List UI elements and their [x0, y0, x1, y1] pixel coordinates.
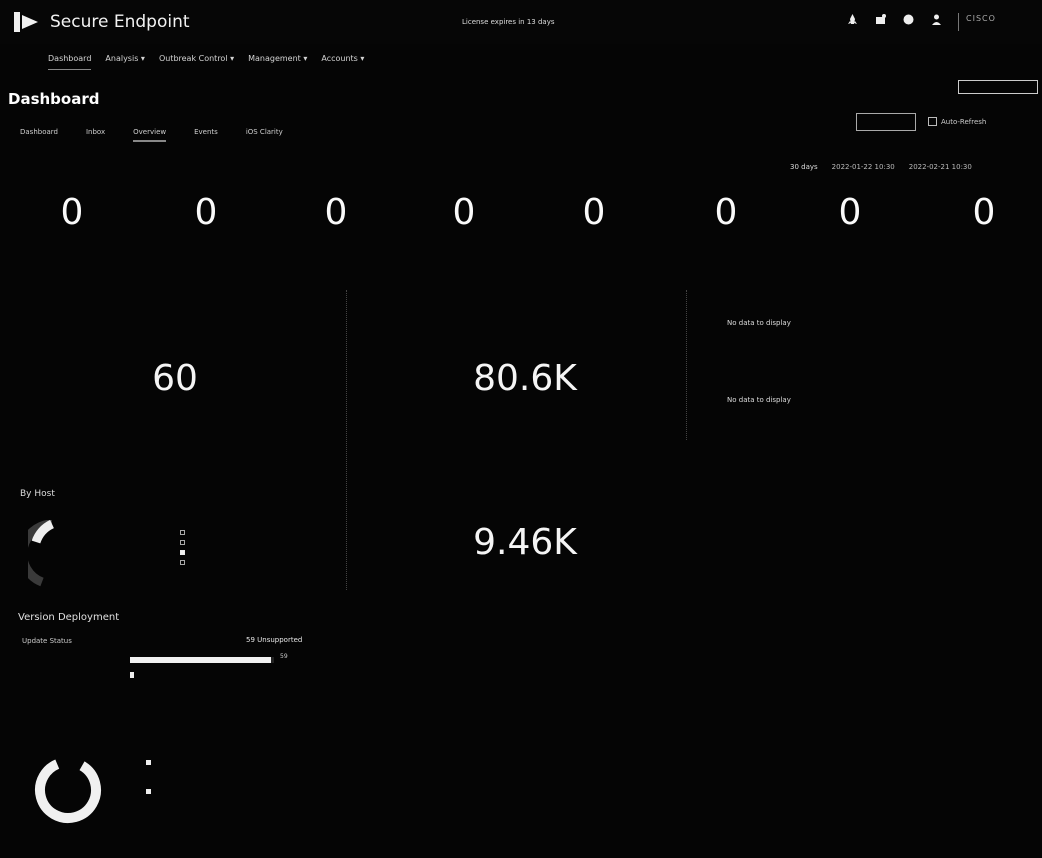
counter-value[interactable]: 0 [434, 192, 494, 233]
nav-item-accounts[interactable]: Accounts ▾ [321, 54, 364, 70]
header-icons [846, 13, 943, 26]
update-status-label: Update Status [22, 637, 72, 645]
by-host-donut-chart[interactable] [28, 520, 88, 590]
panel-divider [346, 290, 347, 590]
nav-item-dashboard[interactable]: Dashboard [48, 54, 92, 70]
page-title: Dashboard [8, 90, 100, 108]
version-legend [146, 760, 151, 794]
group-filter-select[interactable] [856, 113, 916, 131]
auto-refresh-toggle[interactable]: Auto-Refresh [928, 117, 986, 126]
dashboard-tabs: Dashboard Inbox Overview Events iOS Clar… [20, 128, 283, 142]
secure-endpoint-logo-icon[interactable] [12, 10, 40, 34]
time-range-start[interactable]: 2022-01-22 10:30 [832, 163, 895, 171]
version-deployment-title: Version Deployment [18, 612, 120, 623]
connectors-count[interactable]: 60 [110, 358, 240, 399]
update-status-bar-value: 59 [280, 653, 288, 660]
unsupported-label[interactable]: 59 Unsupported [246, 636, 302, 644]
tab-events[interactable]: Events [194, 128, 218, 142]
by-host-title: By Host [20, 489, 55, 499]
legend-swatch [180, 530, 185, 535]
counter-value[interactable]: 0 [42, 192, 102, 233]
no-data-message: No data to display [727, 319, 791, 327]
files-count[interactable]: 80.6K [440, 358, 610, 399]
help-icon[interactable] [902, 13, 915, 26]
counter-value[interactable]: 0 [306, 192, 366, 233]
auto-refresh-label: Auto-Refresh [941, 117, 987, 126]
legend-swatch [146, 760, 151, 765]
legend-swatch [180, 540, 185, 545]
counter-value[interactable]: 0 [820, 192, 880, 233]
tab-ios-clarity[interactable]: iOS Clarity [246, 128, 283, 142]
update-status-bar[interactable] [130, 657, 274, 663]
time-range-end[interactable]: 2022-02-21 10:30 [909, 163, 972, 171]
nav-item-analysis[interactable]: Analysis ▾ [105, 54, 145, 70]
no-data-message: No data to display [727, 396, 791, 404]
notifications-icon[interactable] [874, 13, 887, 26]
bar-marker [130, 672, 134, 678]
panel-divider [686, 290, 687, 440]
time-range-period[interactable]: 30 days [790, 163, 818, 171]
user-icon[interactable] [930, 13, 943, 26]
search-input[interactable] [958, 80, 1038, 94]
app-title[interactable]: Secure Endpoint [50, 12, 190, 32]
tab-overview[interactable]: Overview [133, 128, 167, 142]
legend-swatch [180, 560, 185, 565]
main-nav: Dashboard Analysis ▾ Outbreak Control ▾ … [48, 54, 364, 70]
top-bar: Secure Endpoint License expires in 13 da… [0, 0, 1042, 44]
legend-swatch [146, 789, 151, 794]
counter-value[interactable]: 0 [696, 192, 756, 233]
counter-value[interactable]: 0 [564, 192, 624, 233]
tab-inbox[interactable]: Inbox [86, 128, 105, 142]
version-donut-chart[interactable] [32, 754, 104, 826]
license-notice: License expires in 13 days [462, 18, 555, 26]
rocket-icon[interactable] [846, 13, 859, 26]
second-count[interactable]: 9.46K [440, 522, 610, 563]
nav-item-outbreak-control[interactable]: Outbreak Control ▾ [159, 54, 234, 70]
update-status-bar-fill [130, 657, 272, 663]
counter-value[interactable]: 0 [176, 192, 236, 233]
cisco-logo: CISCO [966, 14, 996, 23]
header-divider [958, 13, 959, 31]
nav-item-management[interactable]: Management ▾ [248, 54, 307, 70]
by-host-legend [180, 530, 185, 565]
time-range: 30 days 2022-01-22 10:30 2022-02-21 10:3… [790, 163, 972, 171]
legend-swatch [180, 550, 185, 555]
counter-value[interactable]: 0 [954, 192, 1014, 233]
auto-refresh-checkbox[interactable] [928, 117, 937, 126]
tab-dashboard[interactable]: Dashboard [20, 128, 58, 142]
